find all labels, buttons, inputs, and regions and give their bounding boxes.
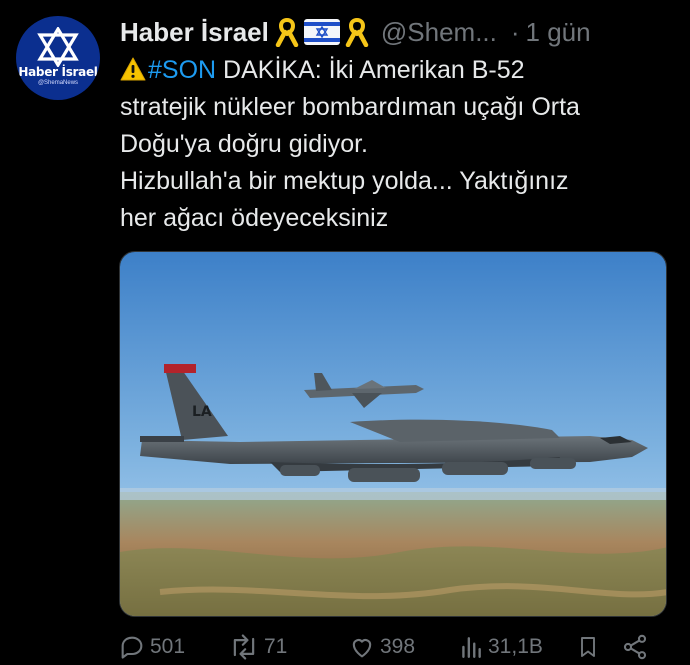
share-button[interactable] [621, 633, 649, 661]
display-name[interactable]: Haber İsrael [120, 17, 269, 48]
retweet-count: 71 [264, 635, 288, 658]
separator-dot: · [510, 16, 520, 47]
yellow-ribbon-icon [275, 17, 299, 47]
yellow-ribbon-icon [345, 17, 369, 47]
tweet-line-2: stratejik nükleer bombardıman uçağı Orta [120, 93, 580, 121]
reply-icon [121, 636, 143, 659]
star-of-david-icon [37, 26, 79, 67]
views-button[interactable]: 31,1B [458, 633, 543, 661]
tweet-line-1: #SON DAKİKA: İki Amerikan B-52 [120, 52, 680, 89]
tweet-line-5: her ağacı ödeyeceksiniz [120, 204, 389, 232]
like-icon [352, 639, 372, 658]
tweet-line-3: Doğu'ya doğru gidiyor. [120, 130, 368, 158]
views-count: 31,1B [488, 635, 543, 658]
tweet-image[interactable]: LA [119, 251, 667, 617]
tweet-actions: 501 71 398 31,1B [118, 633, 688, 665]
like-button[interactable]: 398 [348, 633, 415, 661]
israel-flag-icon [303, 19, 340, 45]
like-count: 398 [380, 635, 416, 658]
tweet-timestamp[interactable]: 1 gün [526, 17, 591, 48]
tail-code: LA [192, 404, 212, 420]
author-handle[interactable]: @Shem... [381, 17, 497, 48]
bookmark-button[interactable] [576, 633, 600, 661]
name-emojis [273, 17, 371, 47]
avatar[interactable]: Haber İsrael @ShemaNews [16, 16, 100, 100]
hashtag-link[interactable]: #SON [148, 56, 216, 84]
bookmark-icon [581, 637, 595, 657]
reply-button[interactable]: 501 [118, 633, 185, 661]
avatar-handle-text: @ShemaNews [37, 79, 79, 86]
share-icon [623, 634, 647, 660]
retweet-icon [233, 634, 255, 660]
avatar-brand-text: Haber İsrael [18, 64, 98, 79]
tweet-text: #SON DAKİKA: İki Amerikan B-52 stratejik… [120, 52, 680, 237]
retweet-button[interactable]: 71 [228, 633, 287, 661]
b52-bomber-photo: LA [120, 252, 666, 616]
tweet-line-4: Hizbullah'a bir mektup yolda... Yaktığın… [120, 167, 569, 195]
warning-icon [120, 57, 146, 81]
tweet-line-1-text: DAKİKA: İki Amerikan B-52 [216, 56, 525, 84]
views-icon [462, 637, 481, 658]
tweet-header: Haber İsrael @Shem... · 1 gün [120, 14, 591, 50]
reply-count: 501 [150, 635, 186, 658]
